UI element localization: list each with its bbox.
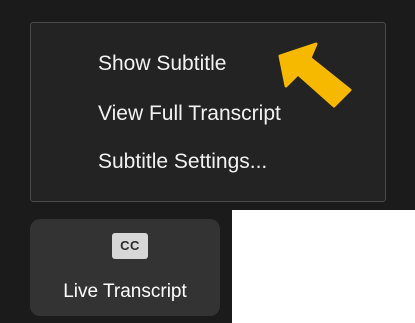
- live-transcript-label: Live Transcript: [63, 281, 187, 302]
- live-transcript-button[interactable]: CC Live Transcript: [30, 219, 220, 316]
- menu-item-view-full-transcript[interactable]: View Full Transcript: [98, 97, 281, 131]
- arrow-pointer-icon: [278, 42, 352, 108]
- menu-item-show-subtitle[interactable]: Show Subtitle: [98, 47, 226, 81]
- closed-caption-icon: CC: [112, 233, 148, 259]
- menu-item-subtitle-settings[interactable]: Subtitle Settings...: [98, 145, 267, 179]
